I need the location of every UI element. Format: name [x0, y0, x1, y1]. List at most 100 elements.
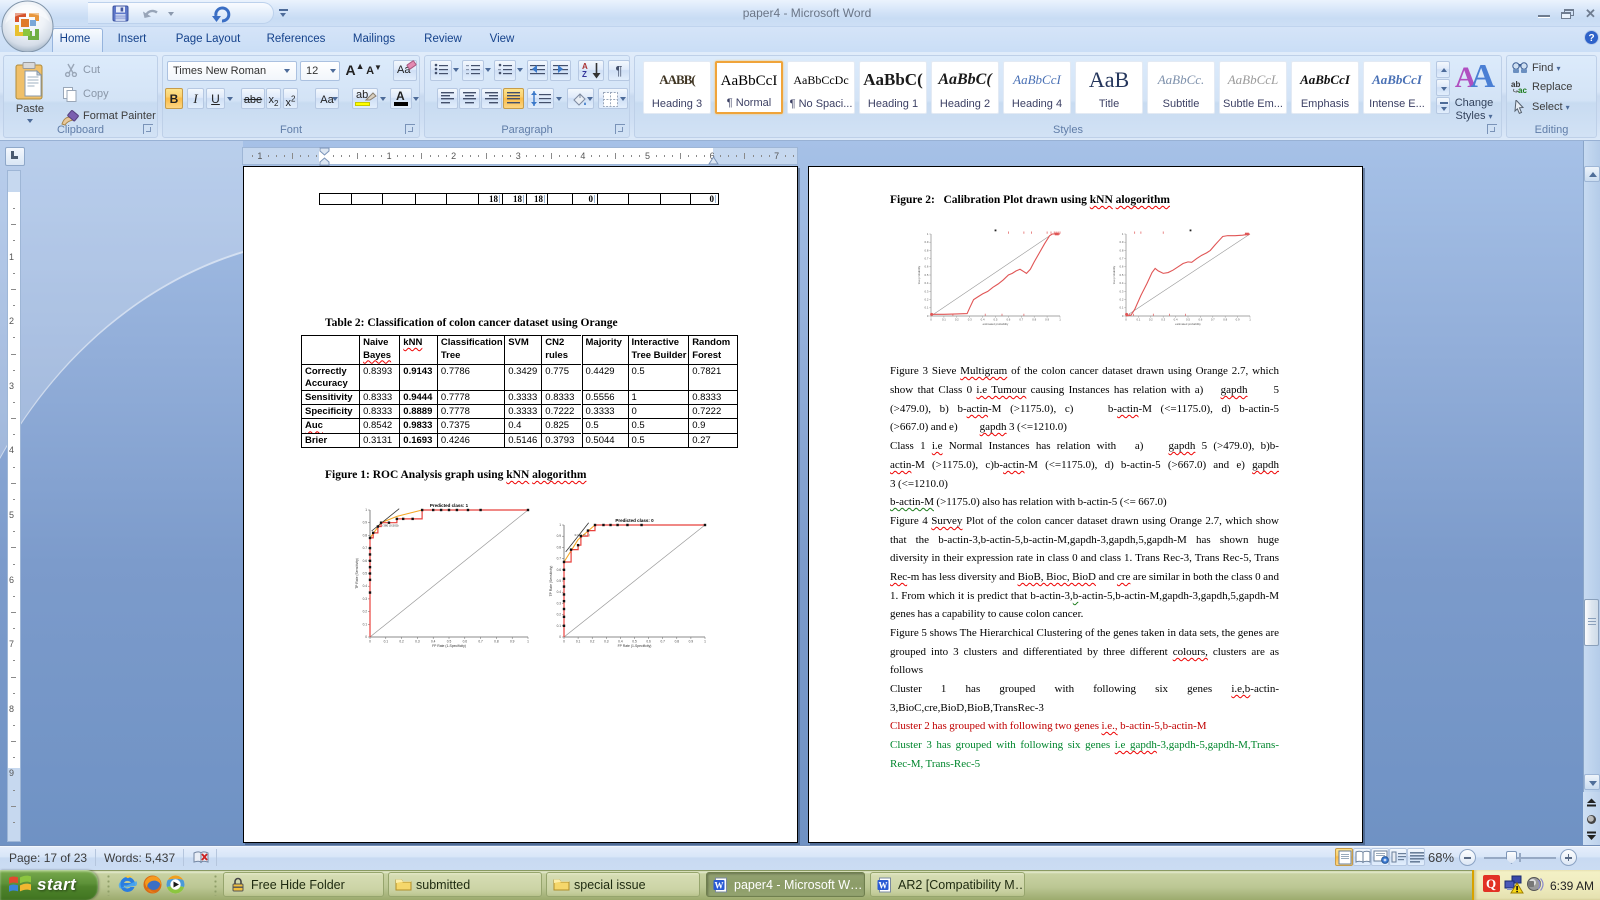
svg-text:1: 1	[927, 232, 929, 236]
svg-text:0.1: 0.1	[1136, 318, 1140, 322]
svg-text:0.4: 0.4	[1120, 281, 1124, 285]
svg-text:0.2: 0.2	[955, 318, 959, 322]
svg-text:?: ?	[1588, 33, 1594, 44]
svg-text:0.2: 0.2	[925, 298, 929, 302]
svg-text:1: 1	[1249, 318, 1251, 322]
svg-text:0.2: 0.2	[557, 613, 562, 617]
svg-text:0.9: 0.9	[363, 521, 368, 525]
svg-text:W: W	[715, 881, 724, 891]
svg-text:0.7: 0.7	[1120, 257, 1124, 261]
svg-text:0: 0	[1122, 314, 1124, 318]
svg-text:estimated probability: estimated probability	[983, 322, 1009, 326]
svg-text:0.6: 0.6	[646, 640, 651, 644]
svg-text:0.4: 0.4	[431, 640, 436, 644]
svg-text:0.8: 0.8	[1032, 318, 1036, 322]
svg-text:0.3: 0.3	[1120, 289, 1124, 293]
svg-text:0.4: 0.4	[618, 640, 623, 644]
svg-text:0: 0	[559, 635, 561, 639]
svg-text:ac: ac	[1518, 86, 1527, 94]
svg-text:0.2: 0.2	[590, 640, 595, 644]
svg-text:0.1: 0.1	[576, 640, 581, 644]
svg-text:1: 1	[704, 640, 706, 644]
svg-text:0.3: 0.3	[557, 601, 562, 605]
svg-text:0.9: 0.9	[689, 640, 694, 644]
svg-text:0.3: 0.3	[604, 640, 609, 644]
svg-text:0.9: 0.9	[1236, 318, 1240, 322]
svg-text:0.6: 0.6	[557, 568, 562, 572]
svg-text:0.5: 0.5	[994, 318, 998, 322]
svg-text:0.1: 0.1	[363, 622, 368, 626]
svg-text:1: 1	[1059, 318, 1061, 322]
svg-text:0.5: 0.5	[447, 640, 452, 644]
svg-text:0.1: 0.1	[925, 306, 929, 310]
svg-text:FP Rate (1-Specificity): FP Rate (1-Specificity)	[432, 644, 466, 648]
svg-text:0.6: 0.6	[463, 640, 468, 644]
svg-text:1: 1	[1122, 232, 1124, 236]
svg-text:0.7: 0.7	[925, 257, 929, 261]
svg-text:true probability: true probability	[1112, 265, 1116, 284]
svg-text:0.5: 0.5	[1120, 273, 1124, 277]
svg-text:0.8: 0.8	[1120, 248, 1124, 252]
svg-text:0.9: 0.9	[925, 240, 929, 244]
svg-text:0.7: 0.7	[1019, 318, 1023, 322]
svg-text:0.5: 0.5	[925, 273, 929, 277]
svg-text:0.7: 0.7	[557, 557, 562, 561]
svg-text:0.6: 0.6	[363, 559, 368, 563]
svg-text:0.8: 0.8	[675, 640, 680, 644]
svg-text:0.5: 0.5	[557, 579, 562, 583]
svg-text:Predicted class: 0: Predicted class: 0	[615, 518, 654, 523]
svg-text:true probability: true probability	[917, 265, 921, 284]
svg-text:0: 0	[369, 640, 371, 644]
svg-text:0.2: 0.2	[1120, 298, 1124, 302]
svg-text:0.1: 0.1	[942, 318, 946, 322]
svg-text:0.6: 0.6	[1198, 318, 1202, 322]
svg-text:0.2: 0.2	[399, 640, 404, 644]
svg-text:Predicted class: 1: Predicted class: 1	[430, 503, 469, 508]
svg-text:0.8: 0.8	[363, 533, 368, 537]
svg-text:0.1: 0.1	[1120, 306, 1124, 310]
svg-text:0.8: 0.8	[925, 248, 929, 252]
svg-text:0.3: 0.3	[415, 640, 420, 644]
svg-text:0: 0	[1125, 318, 1127, 322]
svg-text:1: 1	[559, 523, 561, 527]
svg-text:0.6: 0.6	[1006, 318, 1010, 322]
svg-text:0.9: 0.9	[557, 534, 562, 538]
svg-text:0.6: 0.6	[1120, 265, 1124, 269]
svg-text:0.4: 0.4	[1174, 318, 1178, 322]
svg-text:0.5: 0.5	[632, 640, 637, 644]
svg-text:TP Rate (Sensitivity): TP Rate (Sensitivity)	[355, 558, 359, 589]
svg-text:0.1: 0.1	[557, 624, 562, 628]
svg-text:0.3: 0.3	[968, 318, 972, 322]
svg-text:0.2: 0.2	[1149, 318, 1153, 322]
svg-text:W: W	[879, 881, 888, 891]
svg-text:0.7: 0.7	[1211, 318, 1215, 322]
svg-text:0.5: 0.5	[1186, 318, 1190, 322]
svg-text:0.8: 0.8	[494, 640, 499, 644]
svg-text:0.4: 0.4	[557, 590, 562, 594]
svg-text:0.7: 0.7	[363, 546, 368, 550]
svg-text:0.9: 0.9	[510, 640, 515, 644]
svg-text:0: 0	[930, 318, 932, 322]
svg-text:0.8: 0.8	[1223, 318, 1227, 322]
svg-text:0: 0	[563, 640, 565, 644]
svg-text:0.3: 0.3	[1161, 318, 1165, 322]
svg-text:0.9: 0.9	[1120, 240, 1124, 244]
svg-text:0.6: 0.6	[925, 265, 929, 269]
svg-text:FP Rate (1-Specificity): FP Rate (1-Specificity)	[618, 644, 652, 648]
svg-text:0.3: 0.3	[363, 597, 368, 601]
svg-text:0.5: 0.5	[363, 572, 368, 576]
svg-text:0.4: 0.4	[925, 281, 929, 285]
svg-text:0.4: 0.4	[981, 318, 985, 322]
svg-text:TP Rate (Sensitivity): TP Rate (Sensitivity)	[549, 566, 553, 597]
svg-text:1: 1	[527, 640, 529, 644]
svg-text:0.9: 0.9	[1045, 318, 1049, 322]
svg-text:0.7: 0.7	[478, 640, 483, 644]
svg-text:0.4: 0.4	[363, 584, 368, 588]
svg-text:estimated probability: estimated probability	[1175, 322, 1201, 326]
svg-text:0: 0	[365, 635, 367, 639]
svg-text:0.3: 0.3	[925, 289, 929, 293]
svg-text:1: 1	[365, 508, 367, 512]
svg-text:0.2: 0.2	[363, 610, 368, 614]
svg-text:0: 0	[927, 314, 929, 318]
svg-text:0.7: 0.7	[660, 640, 665, 644]
